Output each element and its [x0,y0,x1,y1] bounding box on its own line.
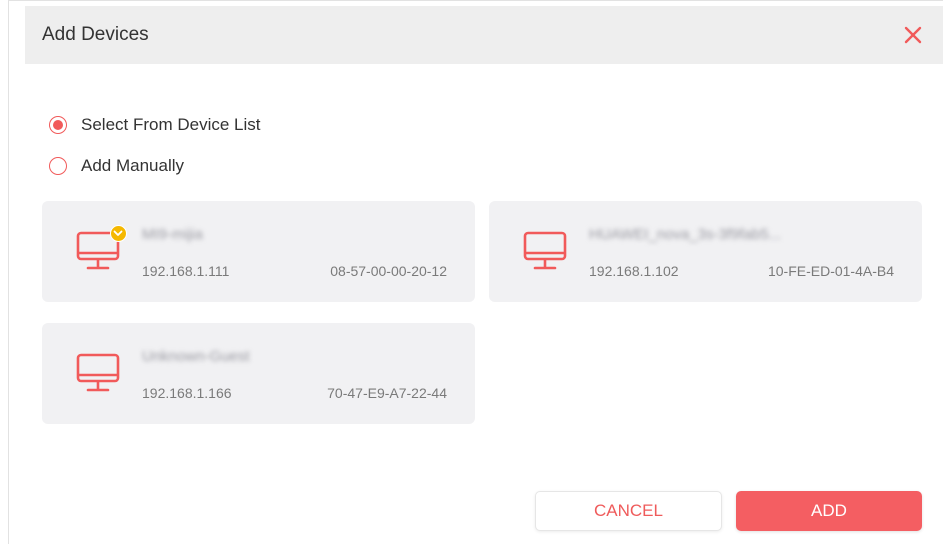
option-label: Select From Device List [81,115,261,134]
add-devices-dialog: Add Devices Select From Device List Add … [8,0,943,544]
device-ip: 192.168.1.166 [142,385,232,401]
device-ip: 192.168.1.102 [589,263,679,279]
device-name: Unknown-Guest [142,348,250,365]
radio-button-selected[interactable] [49,116,67,134]
option-select-from-list[interactable]: Select From Device List [49,115,261,135]
device-mac: 08-57-00-00-20-12 [330,263,447,279]
crown-icon [110,225,127,242]
device-card[interactable]: HUAWEI_nova_3s-3f9fab5... 192.168.1.102 … [489,201,922,302]
computer-icon [76,353,122,395]
device-name: MI9-mijia [142,226,203,243]
close-icon[interactable] [902,24,924,46]
option-label: Add Manually [81,156,185,175]
device-mac: 70-47-E9-A7-22-44 [327,385,447,401]
device-card[interactable]: Unknown-Guest 192.168.1.166 70-47-E9-A7-… [42,323,475,424]
dialog-title: Add Devices [42,24,149,45]
dialog-header: Add Devices [25,6,943,64]
computer-icon [523,231,569,273]
option-add-manually[interactable]: Add Manually [49,156,184,176]
device-mac: 10-FE-ED-01-4A-B4 [767,263,894,279]
device-name: HUAWEI_nova_3s-3f9fab5... [589,226,782,243]
radio-button[interactable] [49,157,67,175]
cancel-button[interactable]: CANCEL [535,491,722,531]
add-button[interactable]: ADD [736,491,922,531]
device-ip: 192.168.1.111 [142,263,230,279]
device-card[interactable]: MI9-mijia 192.168.1.111 08-57-00-00-20-1… [42,201,475,302]
